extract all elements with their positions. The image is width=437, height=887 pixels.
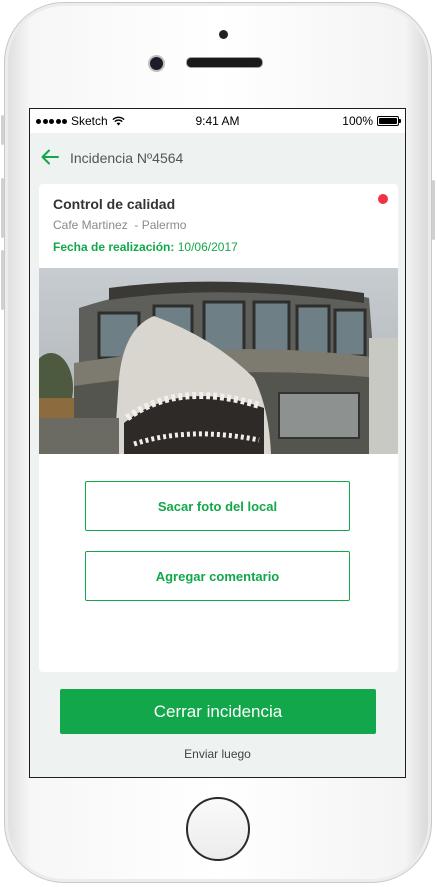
card-title: Control de calidad: [53, 196, 176, 212]
earpiece-speaker: [186, 57, 263, 68]
add-comment-button[interactable]: Agregar comentario: [85, 551, 350, 601]
home-button[interactable]: [186, 797, 250, 861]
status-indicator: [378, 194, 388, 204]
arrow-left-icon[interactable]: [40, 147, 60, 167]
date-row: Fecha de realización: 10/06/2017: [53, 240, 238, 254]
status-bar: Sketch 9:41 AM 100%: [30, 109, 405, 133]
location-photo: [39, 268, 398, 454]
location-subtitle: Cafe Martinez - Palermo: [53, 218, 187, 232]
front-camera: [148, 55, 165, 72]
app-screen: Sketch 9:41 AM 100% Incidencia Nº4564 Co…: [29, 108, 406, 778]
volume-up-button: [1, 178, 4, 238]
close-incident-button[interactable]: Cerrar incidencia: [60, 689, 376, 734]
send-later-link[interactable]: Enviar luego: [30, 747, 405, 761]
mute-switch: [1, 115, 4, 145]
battery-percent: 100%: [342, 114, 373, 128]
sensor-dot: [219, 30, 228, 39]
incident-card: Control de calidad Cafe Martinez - Paler…: [39, 184, 398, 672]
battery-icon: [377, 116, 401, 126]
shark-building-image: [39, 268, 398, 454]
date-label: Fecha de realización:: [53, 240, 175, 254]
page-title: Incidencia Nº4564: [70, 150, 184, 166]
battery-status: 100%: [342, 114, 401, 128]
nav-bar: Incidencia Nº4564: [30, 133, 405, 183]
volume-down-button: [1, 250, 4, 310]
take-photo-button[interactable]: Sacar foto del local: [85, 481, 350, 531]
date-value: 10/06/2017: [177, 240, 238, 254]
power-button: [432, 180, 435, 240]
